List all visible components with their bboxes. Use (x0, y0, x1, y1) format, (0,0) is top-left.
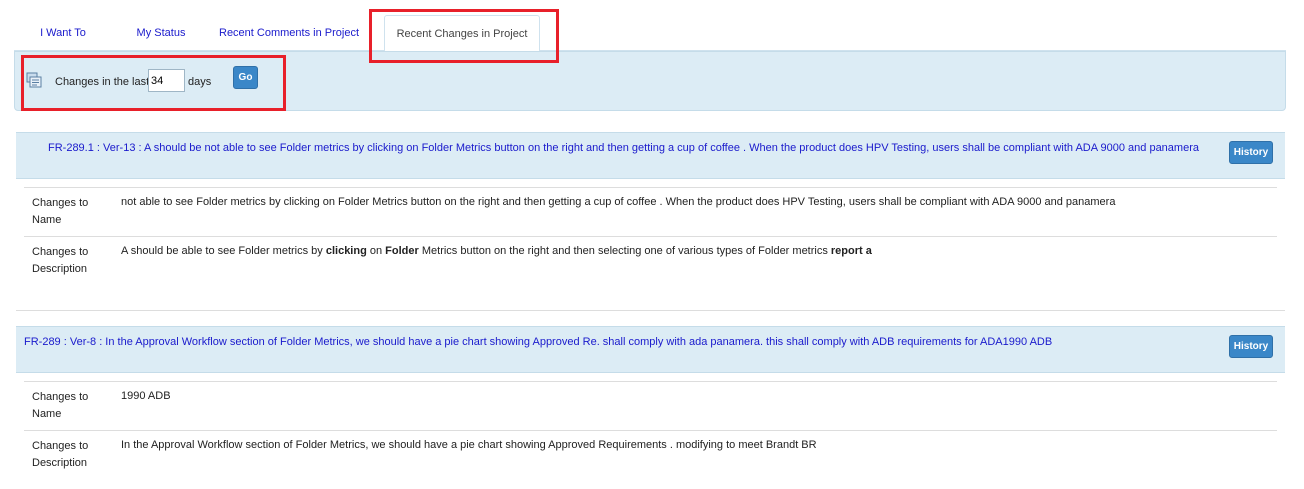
change-row-label: Changes to Name (32, 197, 89, 226)
tab-recent-changes[interactable]: Recent Changes in Project (384, 15, 540, 52)
go-button[interactable]: Go (233, 66, 258, 89)
tab-my-status[interactable]: My Status (122, 10, 200, 51)
change-row-value: In the Approval Workflow section of Fold… (121, 439, 817, 451)
change-entry-title-link[interactable]: FR-289.1 : Ver-13 : A should be not able… (48, 142, 1199, 187)
changes-filter-label: Changes in the last (55, 76, 150, 88)
history-button[interactable]: History (1229, 141, 1273, 164)
tab-bar: I Want To My Status Recent Comments in P… (14, 10, 1286, 52)
change-entry-header: FR-289.1 : Ver-13 : A should be not able… (16, 132, 1285, 179)
days-suffix: days (188, 76, 212, 88)
change-row: Changes to Description In the Approval W… (24, 430, 1277, 479)
days-input[interactable] (148, 69, 185, 92)
change-entry-title-link[interactable]: FR-289 : Ver-8 : In the Approval Workflo… (24, 336, 1052, 381)
change-row: Changes to Name not able to see Folder m… (24, 187, 1277, 236)
change-entry-header: FR-289 : Ver-8 : In the Approval Workflo… (16, 326, 1285, 373)
change-row-label: Changes to Name (32, 391, 89, 420)
entry-separator (16, 310, 1285, 311)
change-row-value: not able to see Folder metrics by clicki… (121, 196, 1116, 208)
tab-recent-comments[interactable]: Recent Comments in Project (214, 10, 364, 51)
change-row-label: Changes to Description (32, 246, 89, 275)
change-row-label: Changes to Description (32, 440, 89, 469)
changes-filter-panel: Changes in the last days Go (14, 51, 1286, 111)
history-button[interactable]: History (1229, 335, 1273, 358)
change-row: Changes to Description A should be able … (24, 236, 1277, 285)
change-row-value: A should be able to see Folder metrics b… (121, 245, 872, 257)
change-row-value: 1990 ADB (121, 390, 171, 402)
tab-i-want-to[interactable]: I Want To (28, 10, 98, 51)
changes-list-icon (26, 72, 42, 88)
change-row: Changes to Name 1990 ADB (24, 381, 1277, 430)
